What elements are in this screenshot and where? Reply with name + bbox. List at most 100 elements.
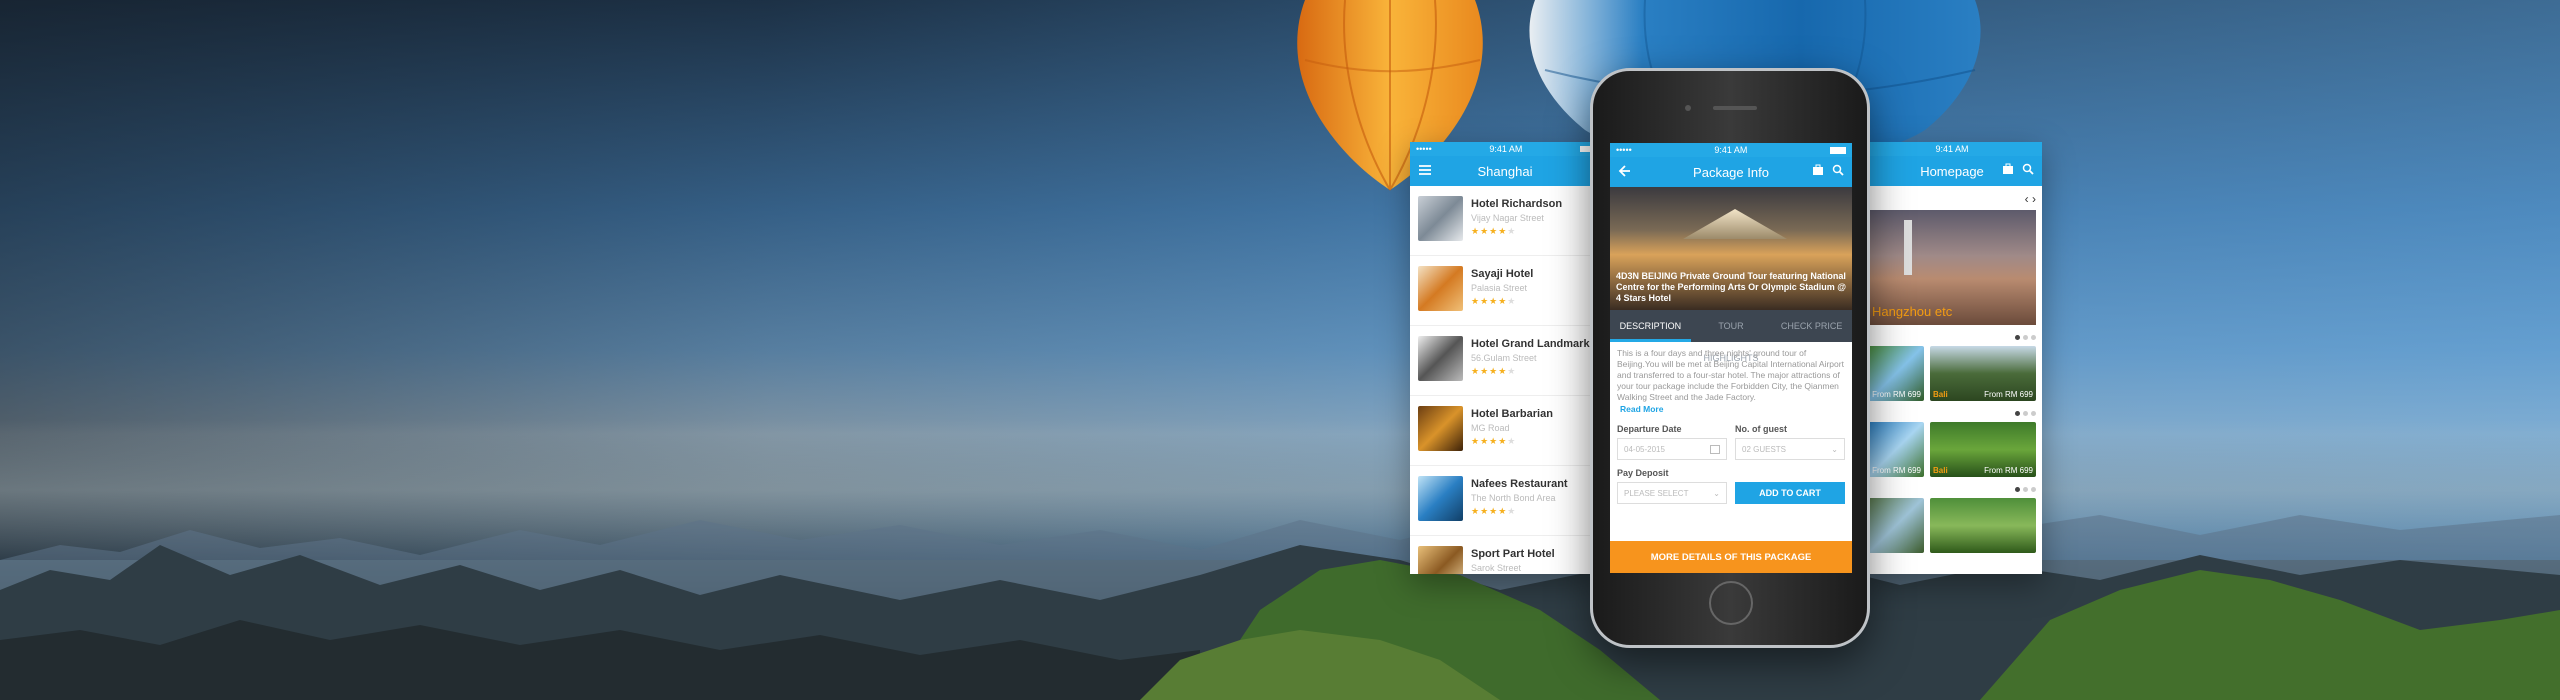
status-time: 9:41 AM (1714, 145, 1748, 155)
back-arrow-icon[interactable] (1618, 164, 1632, 181)
tab-description[interactable]: DESCRIPTION (1610, 310, 1691, 342)
battery-icon (1829, 146, 1846, 154)
list-item[interactable]: Hotel Grand Landmark 56.Gulam Street ★★★… (1410, 326, 1600, 396)
search-icon[interactable] (1832, 164, 1844, 179)
hero-caption: 4D3N BEIJING Private Ground Tour featuri… (1616, 271, 1846, 303)
carousel-dots[interactable] (1868, 487, 2036, 492)
mountain-landscape (0, 510, 2560, 700)
hotel-name: Hotel Richardson (1471, 198, 1563, 210)
chevron-down-icon: ⌄ (1831, 444, 1838, 454)
list-item[interactable]: Nafees Restaurant The North Bond Area ★★… (1410, 466, 1600, 536)
banner-caption: Hangzhou etc (1872, 304, 1953, 319)
list-item[interactable]: Sport Part Hotel Sarok Street ★★★★★ (1410, 536, 1600, 574)
hotel-address: Palasia Street (1471, 283, 1528, 293)
hotel-thumbnail (1418, 196, 1463, 241)
left-screen-shanghai: ••••• 9:41 AM Shanghai Hotel Richardson … (1410, 142, 1600, 574)
read-more-link[interactable]: Read More (1617, 404, 1845, 414)
description-text: This is a four days and three nights' gr… (1617, 348, 1844, 402)
hotel-name: Hotel Grand Landmark (1471, 338, 1590, 350)
phone-speaker (1713, 106, 1757, 110)
signal-indicator: ••••• (1416, 144, 1432, 154)
phone-camera (1685, 105, 1691, 111)
destination-price: From RM 699 (1872, 466, 1921, 475)
hotel-name: Nafees Restaurant (1471, 478, 1568, 490)
center-screen-package-info: ••••• 9:41 AM Package Info 4D3N BEIJING … (1610, 143, 1852, 573)
hotel-thumbnail (1418, 476, 1463, 521)
hotel-name: Sport Part Hotel (1471, 548, 1555, 560)
carousel-dots[interactable] (1868, 335, 2036, 340)
right-screen-homepage: 9:41 AM Homepage ‹ › Hangzhou etc From R… (1862, 142, 2042, 574)
star-rating: ★★★★★ (1471, 226, 1517, 236)
hotel-thumbnail (1418, 266, 1463, 311)
calendar-icon (1710, 444, 1720, 454)
nav-bar: Package Info (1610, 157, 1852, 187)
nav-bar: Homepage (1862, 156, 2042, 186)
list-item[interactable]: Sayaji Hotel Palasia Street ★★★★★ (1410, 256, 1600, 326)
screen-title: Package Info (1693, 164, 1769, 180)
hotel-list: Hotel Richardson Vijay Nagar Street ★★★★… (1410, 186, 1600, 574)
tab-check-price[interactable]: CHECK PRICE (1771, 310, 1852, 342)
guests-label: No. of guest (1735, 424, 1787, 434)
chevron-down-icon: ⌄ (1713, 488, 1720, 498)
menu-icon[interactable] (1418, 163, 1432, 180)
tab-bar: DESCRIPTION TOUR HIGHLIGHTS CHECK PRICE (1610, 310, 1852, 363)
departure-date-label: Departure Date (1617, 424, 1682, 434)
hotel-thumbnail (1418, 546, 1463, 574)
hotel-address: Sarok Street (1471, 563, 1522, 573)
destination-row (1868, 498, 2036, 553)
featured-banner[interactable]: Hangzhou etc (1868, 210, 2036, 325)
hotel-thumbnail (1418, 406, 1463, 451)
list-item[interactable]: Hotel Barbarian MG Road ★★★★★ (1410, 396, 1600, 466)
pay-deposit-placeholder: PLEASE SELECT (1624, 488, 1689, 498)
hotel-name: Sayaji Hotel (1471, 268, 1534, 280)
screen-title: Homepage (1920, 163, 1984, 179)
list-item[interactable]: Hotel Richardson Vijay Nagar Street ★★★★… (1410, 186, 1600, 256)
signal-indicator: ••••• (1616, 145, 1632, 155)
home-button[interactable] (1709, 581, 1753, 625)
star-rating: ★★★★★ (1471, 296, 1517, 306)
destination-price: From RM 699 (1872, 390, 1921, 399)
phone-device: ••••• 9:41 AM Package Info 4D3N BEIJING … (1590, 68, 1870, 648)
status-time: 9:41 AM (1489, 144, 1523, 154)
carousel-arrows[interactable]: ‹ › (1868, 192, 2036, 206)
destination-card[interactable]: From RM 699 (1868, 422, 1924, 477)
destination-row: From RM 699 Bali From RM 699 (1868, 346, 2036, 401)
hotel-thumbnail (1418, 336, 1463, 381)
hotel-name: Hotel Barbarian (1471, 408, 1553, 420)
search-icon[interactable] (2022, 163, 2034, 178)
destination-price: From RM 699 (1984, 466, 2033, 475)
hero-image: 4D3N BEIJING Private Ground Tour featuri… (1610, 187, 1852, 310)
destination-card[interactable]: Bali From RM 699 (1930, 422, 2036, 477)
star-rating: ★★★★★ (1471, 366, 1517, 376)
guests-value: 02 GUESTS (1742, 444, 1787, 454)
status-time: 9:41 AM (1935, 144, 1969, 154)
lighthouse-shape (1904, 220, 1912, 275)
destination-card[interactable] (1868, 498, 1924, 553)
briefcase-icon[interactable] (2002, 163, 2014, 178)
departure-date-value: 04-05-2015 (1624, 444, 1665, 454)
hotel-address: The North Bond Area (1471, 493, 1556, 503)
star-rating: ★★★★★ (1471, 506, 1517, 516)
destination-location: Bali (1933, 466, 1948, 475)
destination-location: Bali (1933, 390, 1948, 399)
pay-deposit-select[interactable]: PLEASE SELECT ⌄ (1617, 482, 1727, 504)
carousel-dots[interactable] (1868, 411, 2036, 416)
status-bar: ••••• 9:41 AM (1410, 142, 1600, 156)
destination-price: From RM 699 (1984, 390, 2033, 399)
add-to-cart-button[interactable]: ADD TO CART (1735, 482, 1845, 504)
departure-date-field[interactable]: 04-05-2015 (1617, 438, 1727, 460)
destination-card[interactable] (1930, 498, 2036, 553)
pay-deposit-label: Pay Deposit (1617, 468, 1669, 478)
destination-card[interactable]: Bali From RM 699 (1930, 346, 2036, 401)
destination-card[interactable]: From RM 699 (1868, 346, 1924, 401)
destination-row: From RM 699 Bali From RM 699 (1868, 422, 2036, 477)
briefcase-icon[interactable] (1812, 164, 1824, 179)
star-rating: ★★★★★ (1471, 436, 1517, 446)
screen-title: Shanghai (1477, 163, 1533, 179)
guests-select[interactable]: 02 GUESTS ⌄ (1735, 438, 1845, 460)
more-details-button[interactable]: MORE DETAILS OF THIS PACKAGE (1610, 541, 1852, 573)
nav-bar: Shanghai (1410, 156, 1600, 186)
tab-tour-highlights[interactable]: TOUR HIGHLIGHTS (1691, 310, 1772, 363)
status-bar: ••••• 9:41 AM (1610, 143, 1852, 157)
hotel-address: Vijay Nagar Street (1471, 213, 1544, 223)
